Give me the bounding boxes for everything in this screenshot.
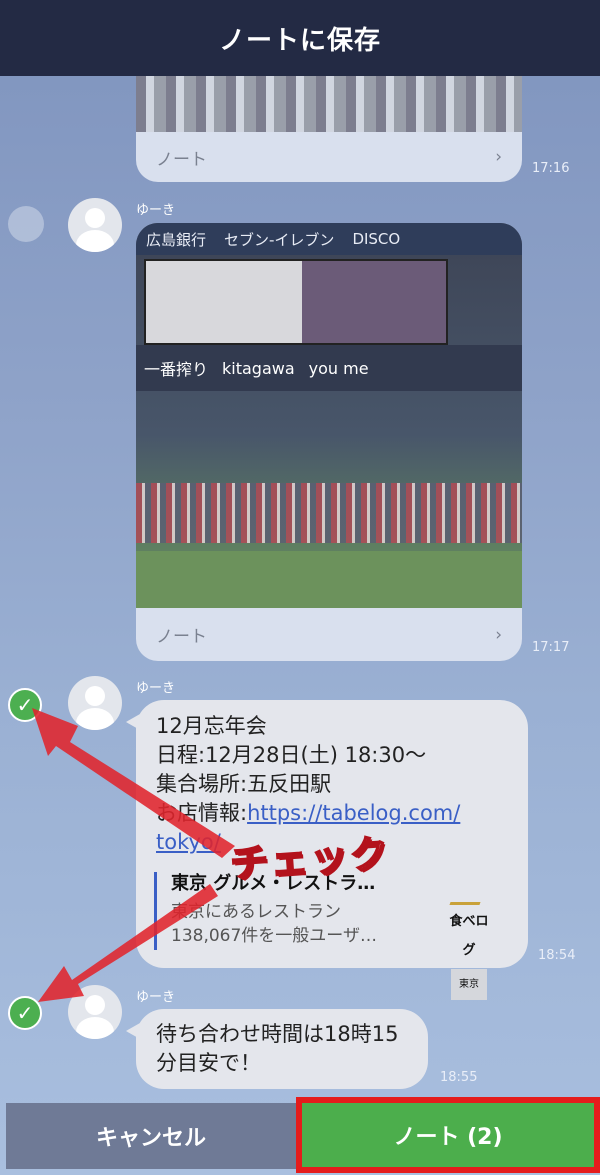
chat-area[interactable]: ノート › 17:16 ゆーき 広島銀行 セブン-イレブン DISCO 一番搾り… bbox=[0, 76, 600, 1097]
note-link-row[interactable]: ノート › bbox=[136, 608, 522, 661]
shop-link-continued[interactable]: tokyo/ bbox=[156, 830, 221, 854]
timestamp: 18:54 bbox=[538, 948, 576, 963]
footer: キャンセル ノート (2) bbox=[0, 1097, 600, 1175]
tabelog-logo-icon bbox=[449, 880, 489, 905]
ad-text: セブン-イレブン bbox=[224, 230, 335, 249]
message-line: 日程:12月28日(土) 18:30〜 bbox=[156, 743, 427, 767]
logo-tag: 東京 bbox=[451, 969, 487, 1000]
message-line: 分目安で！ bbox=[156, 1051, 261, 1075]
chevron-right-icon: › bbox=[495, 624, 502, 645]
avatar bbox=[68, 676, 122, 730]
cancel-button[interactable]: キャンセル bbox=[6, 1103, 296, 1169]
stadium-photo: 広島銀行 セブン-イレブン DISCO 一番搾り kitagawa you me bbox=[136, 223, 522, 608]
avatar bbox=[68, 198, 122, 252]
sender-name: ゆーき bbox=[136, 681, 176, 696]
sign-text: kitagawa bbox=[222, 358, 295, 378]
message-line: 12月忘年会 bbox=[156, 714, 267, 738]
check-callout: チェック bbox=[228, 830, 393, 887]
shop-link[interactable]: https://tabelog.com/ bbox=[247, 801, 460, 825]
note-button-highlight: ノート (2) bbox=[296, 1097, 600, 1173]
scoreboard bbox=[144, 259, 448, 345]
photo-signs: 一番搾り kitagawa you me bbox=[136, 345, 522, 391]
checkmark-icon[interactable]: ✓ bbox=[8, 996, 42, 1030]
message-line: お店情報: bbox=[156, 801, 248, 825]
message-line: 待ち合わせ時間は18時15 bbox=[156, 1022, 399, 1046]
note-label: ノート bbox=[156, 149, 207, 170]
sign-text: you me bbox=[308, 358, 369, 378]
sender-name: ゆーき bbox=[136, 990, 176, 1005]
unchecked-indicator[interactable] bbox=[8, 206, 44, 242]
ad-text: DISCO bbox=[352, 230, 401, 248]
checkmark-icon[interactable]: ✓ bbox=[8, 688, 42, 722]
tabelog-logo: 食べログ 東京 bbox=[444, 880, 494, 1000]
timestamp: 18:55 bbox=[440, 1070, 478, 1085]
ad-text: 広島銀行 bbox=[146, 230, 207, 249]
message-line: 集合場所:五反田駅 bbox=[156, 772, 332, 796]
photo-ad-banner: 広島銀行 セブン-イレブン DISCO bbox=[136, 223, 522, 255]
save-to-note-button[interactable]: ノート (2) bbox=[302, 1103, 594, 1167]
logo-brand: 食べログ bbox=[449, 914, 489, 958]
sign-text: 一番搾り bbox=[144, 360, 209, 379]
photo-message-previous[interactable]: ノート › bbox=[136, 76, 522, 182]
avatar bbox=[68, 985, 122, 1039]
stands bbox=[136, 483, 522, 543]
meeting-message-bubble[interactable]: 待ち合わせ時間は18時15 分目安で！ bbox=[126, 1009, 428, 1089]
timestamp: 17:17 bbox=[532, 640, 570, 655]
field bbox=[136, 551, 522, 608]
sender-name: ゆーき bbox=[136, 203, 176, 218]
photo-thumbnail bbox=[136, 76, 522, 132]
header-title: ノートに保存 bbox=[0, 0, 600, 76]
photo-message[interactable]: 広島銀行 セブン-イレブン DISCO 一番搾り kitagawa you me… bbox=[136, 223, 522, 661]
note-link-row[interactable]: ノート › bbox=[136, 132, 522, 182]
note-label: ノート bbox=[156, 627, 207, 647]
timestamp: 17:16 bbox=[532, 161, 570, 176]
chevron-right-icon: › bbox=[495, 147, 502, 167]
